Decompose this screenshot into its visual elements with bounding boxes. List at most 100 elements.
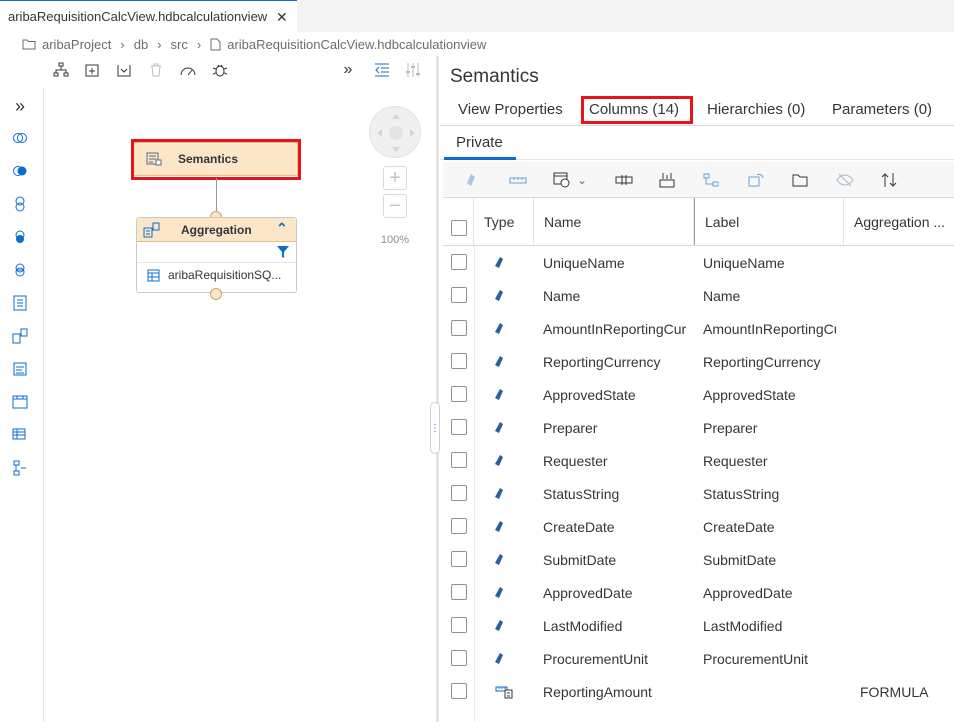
minus-icon[interactable]	[10, 260, 30, 280]
aggregation-icon[interactable]	[10, 326, 30, 346]
collapse-panel-icon[interactable]	[372, 60, 392, 80]
propagate-icon[interactable]	[747, 170, 765, 190]
row-name[interactable]: ReportingAmount	[543, 675, 688, 708]
breadcrumb-db[interactable]: db	[134, 37, 148, 52]
row-aggregation[interactable]	[860, 543, 950, 576]
row-name[interactable]: UniqueName	[543, 246, 688, 279]
settings-sliders-icon[interactable]	[403, 60, 423, 80]
row-checkbox[interactable]	[451, 353, 467, 369]
row-name[interactable]: ReportingCurrency	[543, 345, 688, 378]
row-checkbox[interactable]	[451, 485, 467, 501]
calculated-column-dropdown[interactable]: ⌄	[553, 170, 587, 190]
table-row[interactable]: ProcurementUnit ProcurementUnit	[443, 642, 954, 675]
row-name[interactable]: StatusString	[543, 477, 688, 510]
row-name[interactable]: Preparer	[543, 411, 688, 444]
row-aggregation[interactable]	[860, 576, 950, 609]
graph-icon[interactable]	[10, 293, 30, 313]
pan-navigator[interactable]	[369, 106, 421, 158]
performance-gauge-icon[interactable]	[178, 60, 198, 80]
breadcrumb-file[interactable]: aribaRequisitionCalcView.hdbcalculationv…	[210, 37, 486, 52]
table-row[interactable]: LastModified LastModified	[443, 609, 954, 642]
row-aggregation[interactable]	[860, 411, 950, 444]
row-checkbox[interactable]	[451, 683, 467, 699]
column-header-aggregation[interactable]: Aggregation ...	[844, 198, 954, 245]
tab-hierarchies[interactable]: Hierarchies (0)	[707, 101, 805, 118]
row-name[interactable]: Requester	[543, 444, 688, 477]
row-aggregation[interactable]	[860, 246, 950, 279]
collapse-node-icon[interactable]	[114, 60, 134, 80]
data-source-item[interactable]: aribaRequisitionSQ...	[147, 268, 281, 282]
table-row[interactable]: CreateDate CreateDate	[443, 510, 954, 543]
row-name[interactable]: CreateDate	[543, 510, 688, 543]
sort-icon[interactable]	[880, 170, 898, 190]
table-row[interactable]: UniqueName UniqueName	[443, 246, 954, 279]
row-checkbox[interactable]	[451, 386, 467, 402]
row-label[interactable]: ApprovedState	[703, 378, 836, 411]
row-label[interactable]: UniqueName	[703, 246, 836, 279]
window-function-icon[interactable]	[10, 392, 30, 412]
hide-icon[interactable]	[836, 170, 854, 190]
counter-icon[interactable]	[659, 170, 675, 190]
hierarchy-function-icon[interactable]	[10, 458, 30, 478]
row-label[interactable]: Requester	[703, 444, 836, 477]
hierarchy-icon[interactable]	[51, 60, 71, 80]
zoom-in-button[interactable]: +	[383, 166, 407, 190]
row-aggregation[interactable]	[860, 477, 950, 510]
table-function-icon[interactable]	[10, 425, 30, 445]
row-name[interactable]: AmountInReportingCur	[543, 312, 688, 345]
projection-icon[interactable]	[10, 359, 30, 379]
row-checkbox[interactable]	[451, 584, 467, 600]
row-name[interactable]: Name	[543, 279, 688, 312]
row-checkbox[interactable]	[451, 518, 467, 534]
row-aggregation[interactable]	[860, 312, 950, 345]
row-label[interactable]: Preparer	[703, 411, 836, 444]
row-label[interactable]: ApprovedDate	[703, 576, 836, 609]
measure-ruler-icon[interactable]	[509, 170, 527, 190]
breadcrumb-project[interactable]: ariba Project	[22, 37, 111, 52]
row-aggregation[interactable]	[860, 444, 950, 477]
output-port[interactable]	[210, 288, 222, 300]
attribute-type-icon[interactable]	[467, 170, 475, 190]
row-checkbox[interactable]	[451, 551, 467, 567]
row-label[interactable]: LastModified	[703, 609, 836, 642]
tab-private[interactable]: Private	[456, 134, 503, 151]
row-checkbox[interactable]	[451, 650, 467, 666]
row-checkbox[interactable]	[451, 287, 467, 303]
table-row[interactable]: Preparer Preparer	[443, 411, 954, 444]
delete-icon[interactable]	[146, 60, 166, 80]
editor-tab[interactable]: aribaRequisitionCalcView.hdbcalculationv…	[0, 0, 297, 32]
row-checkbox[interactable]	[451, 617, 467, 633]
row-aggregation[interactable]	[860, 609, 950, 642]
table-row[interactable]: ApprovedDate ApprovedDate	[443, 576, 954, 609]
join-icon[interactable]	[10, 128, 30, 148]
graph-canvas[interactable]	[44, 88, 436, 722]
table-row[interactable]: SubmitDate SubmitDate	[443, 543, 954, 576]
row-label[interactable]: StatusString	[703, 477, 836, 510]
row-name[interactable]: ProcurementUnit	[543, 642, 688, 675]
table-row[interactable]: Requester Requester	[443, 444, 954, 477]
double-chevron-right-icon[interactable]: »	[338, 60, 358, 80]
table-row[interactable]: ReportingCurrency ReportingCurrency	[443, 345, 954, 378]
intersect-icon[interactable]	[10, 227, 30, 247]
add-node-icon[interactable]	[82, 60, 102, 80]
tab-parameters[interactable]: Parameters (0)	[832, 101, 932, 118]
table-row[interactable]: ReportingAmount FORMULA	[443, 675, 954, 708]
row-checkbox[interactable]	[451, 254, 467, 270]
row-aggregation[interactable]	[860, 378, 950, 411]
row-checkbox[interactable]	[451, 452, 467, 468]
row-label[interactable]: CreateDate	[703, 510, 836, 543]
restricted-column-icon[interactable]	[615, 170, 633, 190]
row-aggregation[interactable]	[860, 345, 950, 378]
select-all-checkbox[interactable]	[451, 220, 467, 236]
table-row[interactable]: ApprovedState ApprovedState	[443, 378, 954, 411]
row-label[interactable]: Name	[703, 279, 836, 312]
chevron-up-icon[interactable]: ⌃	[276, 220, 288, 237]
breadcrumb-src[interactable]: src	[171, 37, 188, 52]
row-label[interactable]: SubmitDate	[703, 543, 836, 576]
row-aggregation[interactable]	[860, 510, 950, 543]
row-name[interactable]: LastModified	[543, 609, 688, 642]
row-label[interactable]	[703, 675, 836, 708]
column-header-label[interactable]: Label	[694, 198, 844, 245]
debug-bug-icon[interactable]	[210, 60, 230, 80]
table-row[interactable]: StatusString StatusString	[443, 477, 954, 510]
